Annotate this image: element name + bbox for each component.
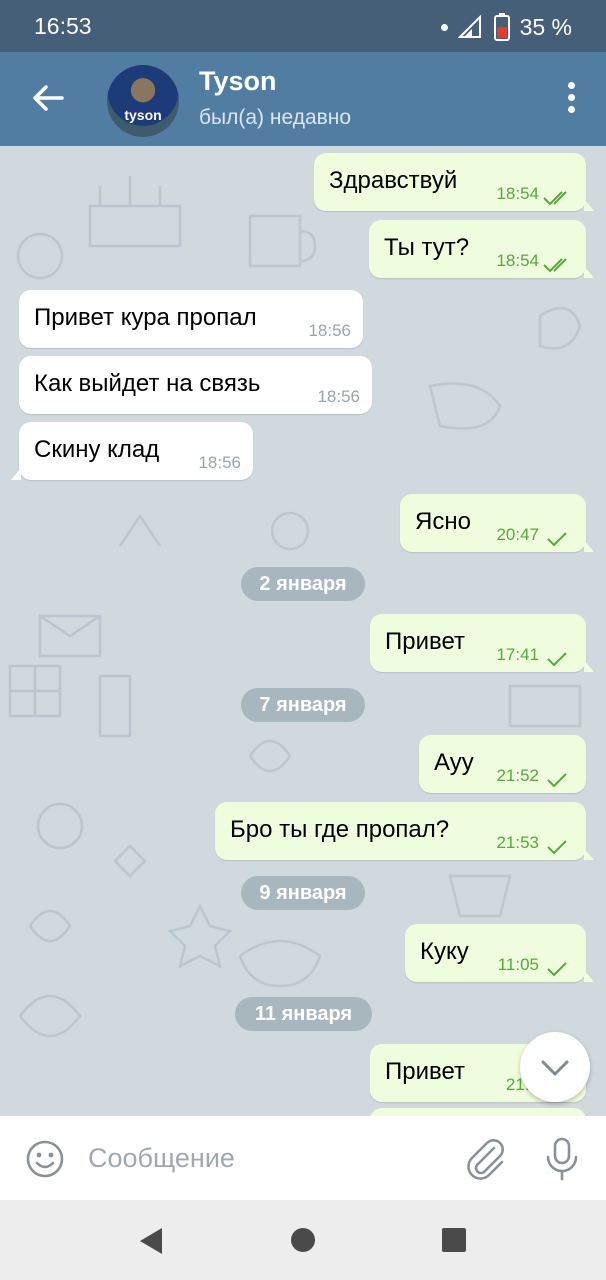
message-bubble-incoming[interactable]: Привет кура пропал 18:56 <box>19 290 363 348</box>
nav-recents-icon[interactable] <box>441 1227 467 1253</box>
message-bubble-incoming[interactable]: Скину клад 18:56 <box>11 422 253 480</box>
date-separator: 2 января <box>241 567 365 601</box>
single-check-icon <box>547 532 567 547</box>
chat-status: был(а) недавно <box>199 106 352 129</box>
single-check-icon <box>547 840 567 855</box>
notification-dot-icon <box>440 23 448 31</box>
status-bar: 16:53 35 % <box>0 0 606 52</box>
double-check-icon <box>543 191 567 206</box>
message-bubble-outgoing[interactable]: Ауу 21:52 <box>419 735 586 793</box>
message-bubble-incoming[interactable]: Как выйдет на связь 18:56 <box>19 356 372 414</box>
message-input[interactable]: Сообщение <box>88 1143 235 1174</box>
message-time: 18:56 <box>317 387 360 406</box>
message-input-bar: Сообщение <box>0 1116 606 1200</box>
message-bubble-outgoing[interactable]: Ясно 20:47 <box>400 494 594 552</box>
emoji-icon[interactable] <box>24 1138 66 1180</box>
message-time: 21:53 <box>496 833 539 852</box>
chat-header: tyson Tyson был(а) недавно <box>0 52 606 146</box>
single-check-icon <box>547 773 567 788</box>
message-time: 11:05 <box>497 955 539 974</box>
message-time: 18:56 <box>198 453 241 472</box>
status-time: 16:53 <box>34 13 92 39</box>
message-time: 18:54 <box>496 251 539 270</box>
message-time: 21:52 <box>496 766 539 785</box>
nav-back-icon[interactable] <box>136 1226 164 1256</box>
message-bubble-outgoing[interactable]: Привет 17:41 <box>370 614 594 672</box>
battery-level: 35 % <box>519 13 572 40</box>
message-bubble-outgoing[interactable] <box>370 1108 586 1116</box>
single-check-icon <box>547 962 567 977</box>
message-text: Бро ты где пропал? <box>230 816 450 843</box>
scroll-down-button[interactable] <box>520 1032 590 1102</box>
message-text: Ауу <box>434 749 474 776</box>
signal-icon <box>457 15 481 38</box>
avatar-text: tyson <box>124 107 162 123</box>
more-menu-icon[interactable] <box>566 82 576 118</box>
message-text: Ясно <box>415 508 471 535</box>
date-separator: 11 января <box>235 997 372 1031</box>
message-text: Куку <box>420 938 469 965</box>
message-text: Привет <box>385 628 466 655</box>
avatar[interactable]: tyson <box>107 65 179 137</box>
message-text: Ты тут? <box>384 234 470 261</box>
attach-icon[interactable] <box>464 1136 508 1182</box>
back-arrow-icon[interactable] <box>28 78 68 118</box>
single-check-icon <box>547 652 567 667</box>
battery-icon <box>493 13 510 41</box>
message-time: 17:41 <box>496 645 539 664</box>
double-check-icon <box>543 258 567 273</box>
message-bubble-outgoing[interactable]: Куку 11:05 <box>405 924 594 982</box>
message-text: Привет <box>385 1058 466 1085</box>
message-bubble-outgoing[interactable]: Бро ты где пропал? 21:53 <box>215 802 594 860</box>
message-time: 18:54 <box>496 184 539 203</box>
message-time: 18:56 <box>308 321 351 340</box>
message-time: 20:47 <box>496 525 539 544</box>
system-nav-bar <box>0 1200 606 1280</box>
nav-home-icon[interactable] <box>290 1227 316 1253</box>
message-bubble-outgoing[interactable]: Здравствуй 18:54 <box>314 153 594 211</box>
message-bubble-outgoing[interactable]: Ты тут? 18:54 <box>369 220 594 278</box>
date-separator: 9 января <box>241 876 365 910</box>
message-text: Привет кура пропал <box>34 304 257 331</box>
message-list[interactable]: Здравствуй 18:54 Ты тут? 18:54 Привет ку… <box>0 146 606 1116</box>
microphone-icon[interactable] <box>542 1136 582 1182</box>
message-text: Скину клад <box>34 436 160 463</box>
chat-title[interactable]: Tyson <box>199 66 277 97</box>
message-text: Как выйдет на связь <box>34 370 261 397</box>
message-text: Здравствуй <box>329 167 458 194</box>
chevron-down-icon <box>541 1060 569 1076</box>
date-separator: 7 января <box>241 688 365 722</box>
